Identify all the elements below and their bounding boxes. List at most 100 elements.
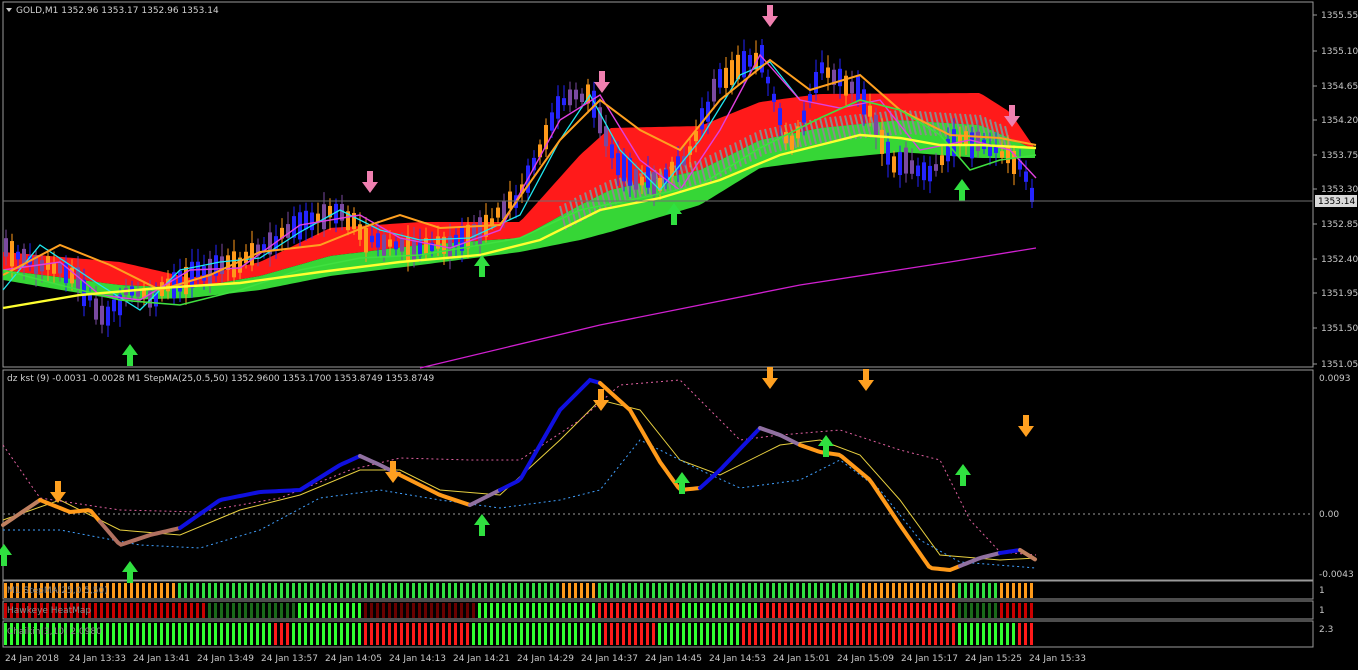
- strip-bar: [808, 603, 811, 618]
- strip-bar: [640, 623, 643, 645]
- strip-bar: [526, 623, 529, 645]
- strip-bar: [502, 583, 505, 598]
- strip-bar: [400, 603, 403, 618]
- candle-body: [880, 129, 884, 154]
- strip-bar: [616, 603, 619, 618]
- price-level-label: 1353.75: [1321, 151, 1358, 161]
- strip-bar: [346, 603, 349, 618]
- strip-bar: [1000, 583, 1003, 598]
- strip-bar: [376, 583, 379, 598]
- price-level-label: 1354.65: [1321, 82, 1358, 92]
- kst-sell-arrow-icon: [858, 369, 874, 391]
- strip-bar: [628, 623, 631, 645]
- strip-bar: [826, 623, 829, 645]
- strip-bar: [562, 583, 565, 598]
- strip-bar: [778, 623, 781, 645]
- strip-bar: [724, 583, 727, 598]
- strip-bar: [484, 583, 487, 598]
- strip-bar: [958, 623, 961, 645]
- strip-bar: [790, 583, 793, 598]
- main-price-chart[interactable]: [2, 5, 1037, 369]
- kst-line-segment: [998, 548, 1020, 555]
- strip-bar: [916, 583, 919, 598]
- strip-bar: [244, 603, 247, 618]
- strip-bar: [970, 583, 973, 598]
- strip-bar: [622, 603, 625, 618]
- kst-indicator[interactable]: [0, 367, 1037, 583]
- strip-bar: [796, 623, 799, 645]
- strip-bar: [388, 583, 391, 598]
- strip-bar: [436, 603, 439, 618]
- strip-bar: [274, 603, 277, 618]
- collapse-triangle-icon[interactable]: [6, 8, 12, 12]
- strip-bar: [736, 623, 739, 645]
- candle-body: [766, 76, 770, 84]
- sub-level-zero: 0.00: [1319, 510, 1339, 520]
- strip-bar: [142, 603, 145, 618]
- strip-bar: [160, 583, 163, 598]
- candle-body: [886, 141, 890, 165]
- strip-bar: [592, 583, 595, 598]
- strip-bar: [850, 603, 853, 618]
- strip-bar: [886, 623, 889, 645]
- strip-bar: [1012, 623, 1015, 645]
- stepma-strip-scale: 1: [1319, 586, 1325, 596]
- kst-sell-arrow-icon: [593, 389, 609, 411]
- strip-bar: [280, 583, 283, 598]
- strip-bar: [1006, 623, 1009, 645]
- strip-bar: [844, 603, 847, 618]
- candle-body: [634, 169, 638, 190]
- candle-body: [436, 236, 440, 249]
- strip-bar: [430, 603, 433, 618]
- candle-body: [712, 78, 716, 102]
- candle-body: [496, 207, 500, 218]
- strip-bar: [682, 583, 685, 598]
- candle-body: [322, 204, 326, 230]
- strip-bar: [136, 623, 139, 645]
- time-label: 24 Jan 14:53: [709, 654, 766, 664]
- strip-bar: [766, 583, 769, 598]
- strip-bar: [154, 603, 157, 618]
- strip-bar: [970, 603, 973, 618]
- strip-bar: [892, 623, 895, 645]
- chart-window[interactable]: 1353.14 1355.55 1355.10 1354.65 1354.20 1353…: [0, 0, 1358, 670]
- strip-bar: [298, 583, 301, 598]
- strip-bar: [1018, 603, 1021, 618]
- strip-bar: [394, 603, 397, 618]
- strip-bar: [646, 603, 649, 618]
- strip-bar: [934, 603, 937, 618]
- strip-bar: [586, 583, 589, 598]
- strip-bar: [442, 583, 445, 598]
- strip-bar: [544, 603, 547, 618]
- strip-bar: [220, 623, 223, 645]
- strip-bar: [652, 583, 655, 598]
- strip-bar: [790, 623, 793, 645]
- strip-bar: [730, 603, 733, 618]
- strip-bar: [760, 623, 763, 645]
- strip-bar: [814, 583, 817, 598]
- candle-body: [1000, 151, 1004, 158]
- strip-bar: [1030, 623, 1033, 645]
- strip-bar: [670, 583, 673, 598]
- strip-bar: [544, 623, 547, 645]
- strip-bar: [814, 603, 817, 618]
- strip-bar: [586, 623, 589, 645]
- strip-bar: [820, 603, 823, 618]
- strip-bar: [868, 623, 871, 645]
- strip-bar: [580, 623, 583, 645]
- strip-bar: [466, 623, 469, 645]
- strip-bar: [172, 623, 175, 645]
- candle-body: [394, 241, 398, 250]
- time-label: 24 Jan 14:29: [517, 654, 574, 664]
- strip-bar: [406, 623, 409, 645]
- strip-bar: [370, 583, 373, 598]
- kst-line-segment: [468, 488, 502, 507]
- strip-bar: [490, 603, 493, 618]
- strip-bar: [502, 623, 505, 645]
- strip-bar: [886, 603, 889, 618]
- strip-bar: [268, 583, 271, 598]
- strip-bar: [682, 603, 685, 618]
- strip-bar: [718, 583, 721, 598]
- candle-body: [850, 81, 854, 94]
- strip-bar: [796, 583, 799, 598]
